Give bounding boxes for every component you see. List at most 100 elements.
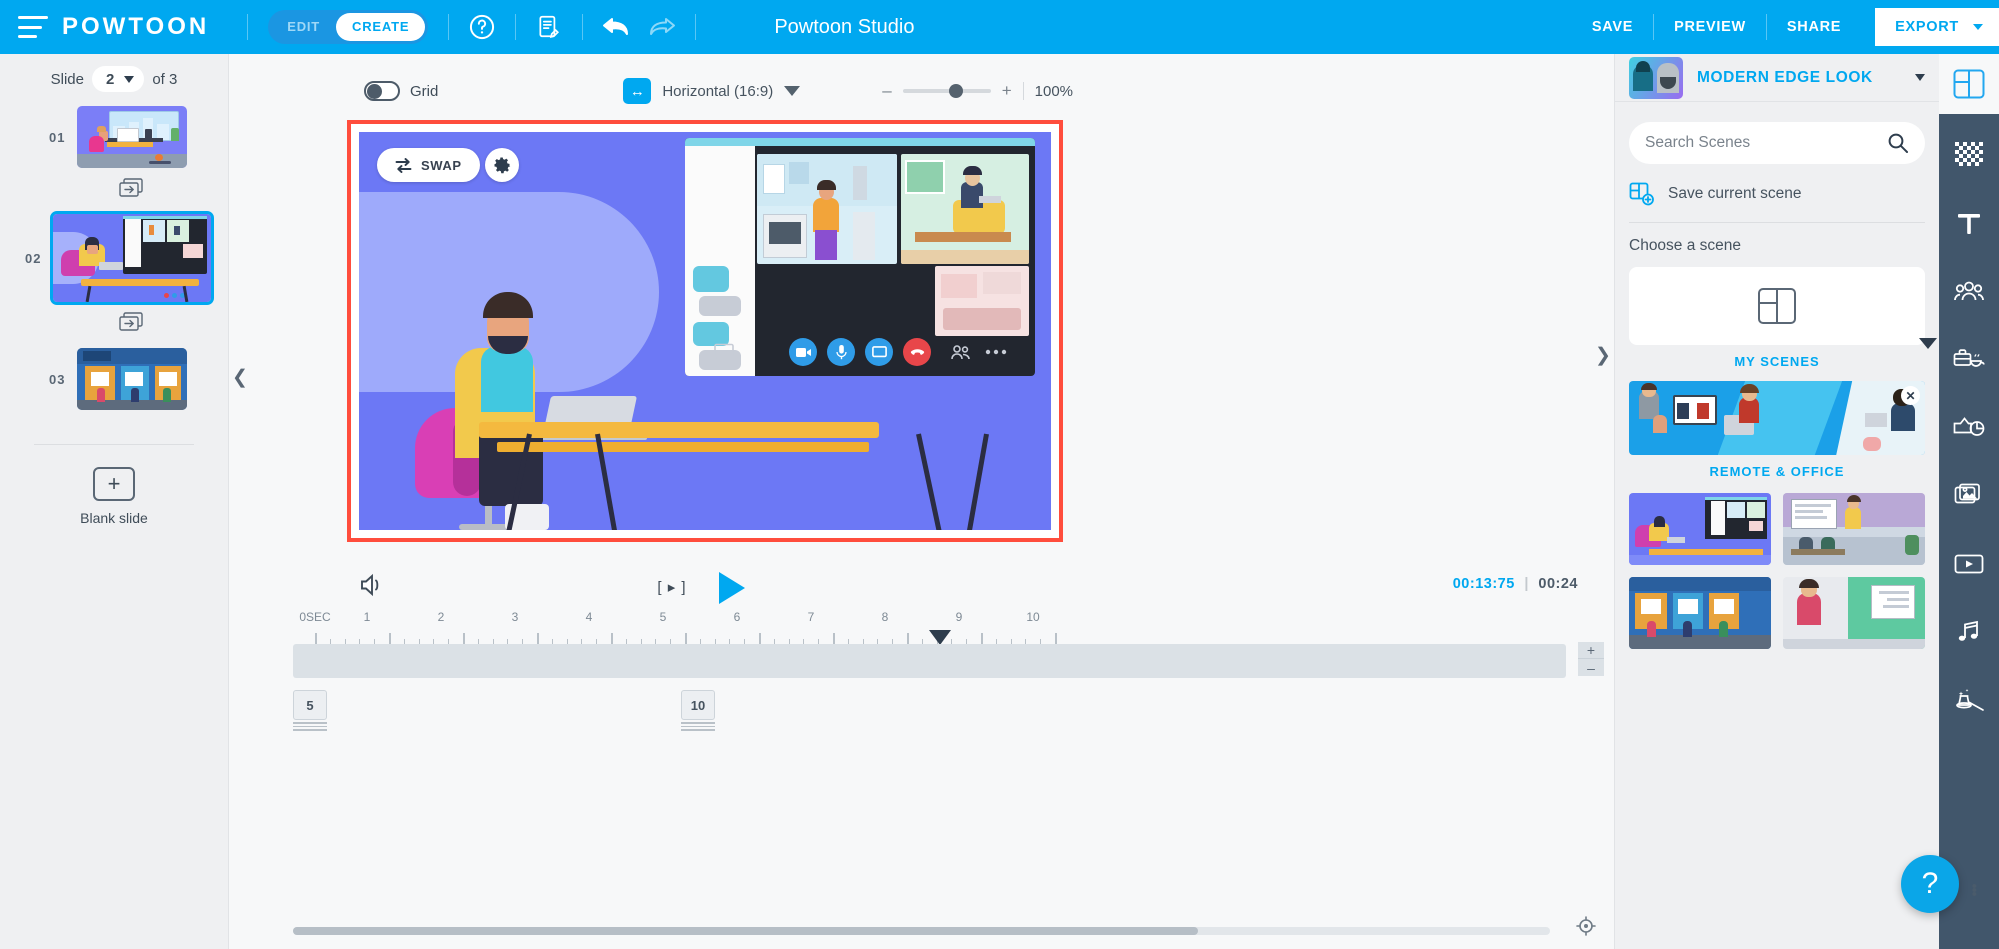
participants-icon [951,344,971,362]
insert-slide-icon[interactable] [116,310,148,334]
zoom-out-button[interactable]: – [882,81,891,101]
music-icon[interactable] [1939,600,1999,663]
images-icon[interactable] [1939,464,1999,527]
sound-wave-icon[interactable] [359,572,387,603]
aspect-ratio-selector[interactable]: ↔ Horizontal (16:9) [623,78,800,104]
look-selector[interactable]: MODERN EDGE LOOK [1615,54,1939,102]
frame-step-button[interactable]: [ ▸ ] [649,572,695,602]
add-blank-slide-button[interactable]: + [93,467,135,501]
share-screen-button[interactable] [865,338,893,366]
playhead[interactable] [929,630,951,645]
timeline-zoom-out[interactable]: – [1578,659,1604,676]
time-divider: | [1524,576,1529,592]
props-icon[interactable] [1939,328,1999,391]
swap-button[interactable]: SWAP [377,148,480,182]
ruler-tick-major [1055,633,1057,644]
save-button[interactable]: SAVE [1572,19,1653,35]
question-circle-icon[interactable] [465,10,499,44]
timeline-zoom-controls: + – [1578,642,1604,676]
save-scene-icon [1629,182,1655,206]
divider [695,14,696,40]
ruler-tick-label: 8 [882,610,889,624]
canvas-selection-frame: SWAP [347,120,1063,542]
undo-arrow-icon[interactable] [599,10,633,44]
search-scenes-box[interactable] [1629,122,1925,164]
scenes-layout-icon[interactable] [1939,54,1999,114]
export-label: EXPORT [1895,19,1959,35]
search-input[interactable] [1645,134,1887,152]
help-button[interactable]: ? [1901,855,1959,913]
characters-icon[interactable] [1939,260,1999,323]
object-marker[interactable]: 10 [681,690,715,720]
hamburger-icon[interactable] [18,16,48,38]
shapes-icon[interactable] [1939,396,1999,459]
text-icon[interactable] [1939,192,1999,255]
gear-icon[interactable] [485,148,519,182]
ruler-tick-major [389,633,391,644]
divider [448,14,449,40]
tab-edit[interactable]: EDIT [271,13,336,41]
play-triangle-icon [711,568,751,608]
ruler-tick-major [537,633,539,644]
ruler-tick-label: 7 [808,610,815,624]
slide-current-value: 2 [106,71,114,88]
close-x-icon[interactable]: ✕ [1901,386,1920,405]
more-options-icon [985,348,1007,356]
collapse-right-arrow[interactable]: ❯ [1592,332,1614,378]
object-track-lines [293,722,327,733]
redo-arrow-icon[interactable] [645,10,679,44]
blank-slide-section: + Blank slide [34,444,194,526]
canvas[interactable]: SWAP [359,132,1051,530]
chevron-down-icon[interactable] [1915,74,1925,81]
slide-select-dropdown[interactable]: 2 [92,66,144,92]
target-icon[interactable] [1576,916,1596,941]
look-name: MODERN EDGE LOOK [1697,69,1901,87]
end-call-button[interactable] [903,338,931,366]
ruler-tick-major [315,633,317,644]
save-current-scene-button[interactable]: Save current scene [1629,182,1925,206]
camera-button[interactable] [789,338,817,366]
current-time: 00:13:75 [1453,576,1515,592]
scene-thumb-storefront[interactable] [1629,577,1771,649]
search-icon[interactable] [1887,132,1909,154]
background-texture-icon[interactable] [1939,124,1999,187]
video-icon[interactable] [1939,532,1999,595]
insert-slide-icon[interactable] [116,176,148,200]
preview-button[interactable]: PREVIEW [1654,19,1766,35]
slide-thumbnail-2[interactable] [53,214,211,302]
export-button[interactable]: EXPORT [1875,8,1999,46]
ruler-tick-label: 9 [956,610,963,624]
slide-row: 03 [41,348,187,410]
timeline-scrollbar-thumb[interactable] [293,927,1198,935]
more-options-icon[interactable]: ••• [1972,885,1977,897]
slide-thumbnail-1[interactable] [77,106,187,168]
tab-create[interactable]: CREATE [336,13,425,41]
ruler-tick-major [759,633,761,644]
grid-toggle[interactable] [364,81,400,101]
brand-logo[interactable]: POWTOON [62,13,209,41]
microphone-button[interactable] [827,338,855,366]
effects-magic-icon[interactable] [1939,668,1999,731]
play-button[interactable] [711,568,751,613]
top-bar-actions: SAVE PREVIEW SHARE EXPORT [1572,0,1999,54]
category-thumbnail-remote-office[interactable]: ✕ [1629,381,1925,455]
my-scenes-card[interactable] [1629,267,1925,345]
timeline-scrollbar[interactable] [293,927,1550,935]
mode-toggle[interactable]: EDIT CREATE [268,10,428,44]
zoom-slider-handle[interactable] [949,84,963,98]
chevron-down-icon [1973,24,1983,30]
ruler-tick-label: 4 [586,610,593,624]
slide-thumbnail-3[interactable] [77,348,187,410]
scene-thumb-presentation-room[interactable] [1783,493,1925,565]
zoom-slider[interactable] [903,89,991,93]
timeline-track[interactable] [293,644,1566,678]
scene-thumb-whiteboard-meeting[interactable] [1783,577,1925,649]
share-button[interactable]: SHARE [1767,19,1861,35]
object-marker[interactable]: 5 [293,690,327,720]
notes-edit-icon[interactable] [532,10,566,44]
divider [582,14,583,40]
scene-thumb-desk-video-call[interactable] [1629,493,1771,565]
timeline-zoom-in[interactable]: + [1578,642,1604,659]
collapse-left-arrow[interactable]: ❮ [229,354,251,400]
zoom-in-button[interactable]: + [1002,81,1012,101]
